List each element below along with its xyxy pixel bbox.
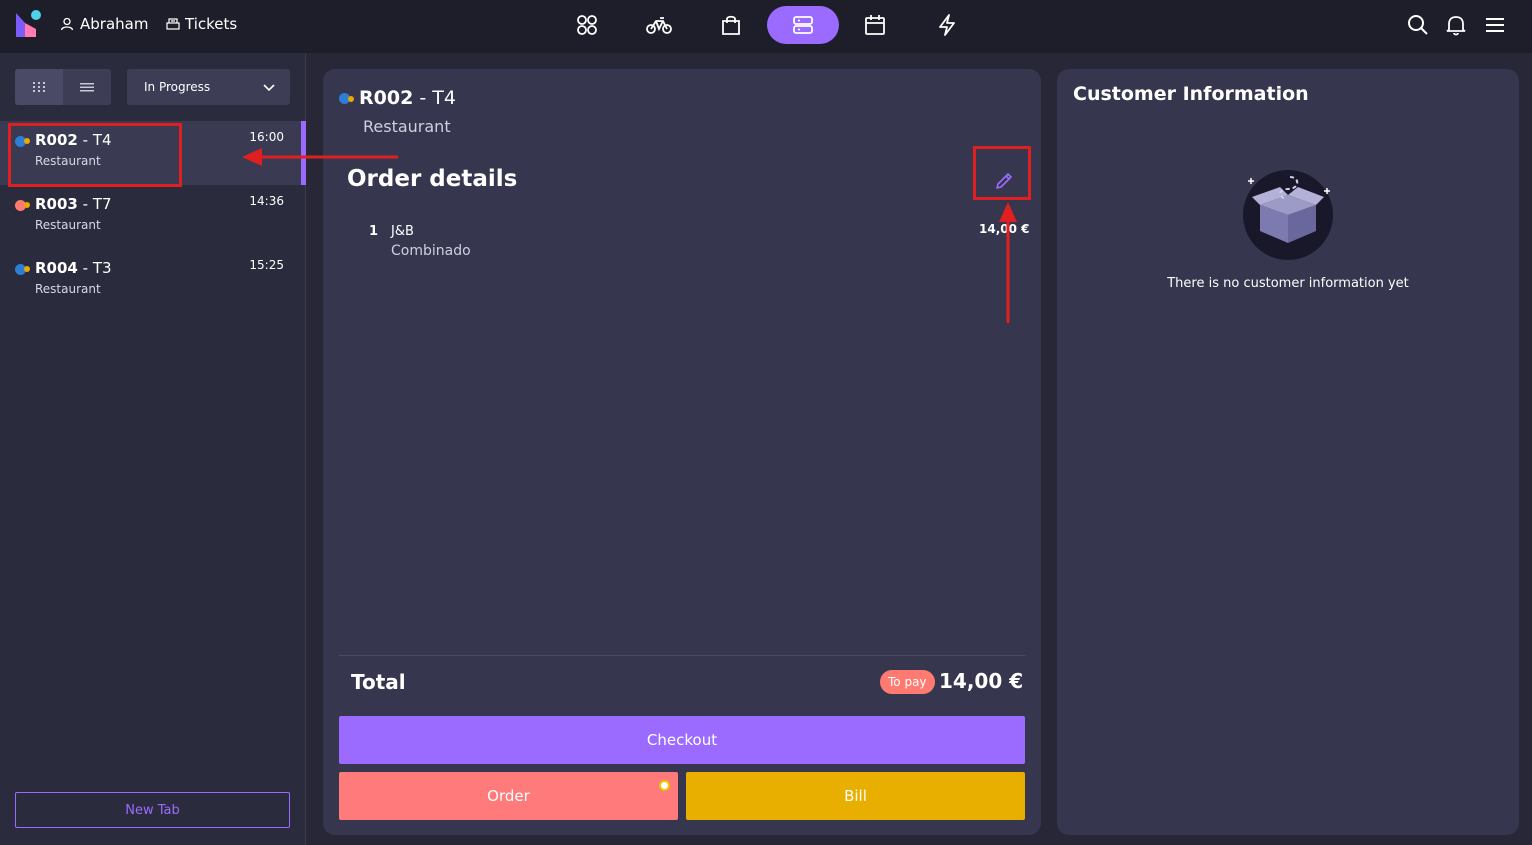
tab-title: R004 - T3	[35, 259, 112, 277]
nav-actions[interactable]	[911, 6, 983, 44]
to-pay-badge: To pay	[880, 670, 935, 694]
nav-tabs[interactable]	[767, 6, 839, 44]
nav-delivery[interactable]	[623, 6, 695, 44]
customer-panel: Customer Information There is no custome…	[1057, 69, 1519, 835]
order-venue: Restaurant	[363, 117, 451, 136]
grid-dots-icon	[33, 82, 45, 92]
grid-icon	[577, 15, 597, 35]
tab-separator: -	[77, 195, 93, 213]
bill-button[interactable]: Bill	[686, 772, 1025, 820]
top-bar: Abraham Tickets	[0, 0, 1532, 53]
calendar-icon	[865, 15, 885, 35]
nav-calendar[interactable]	[839, 6, 911, 44]
order-table: T4	[432, 87, 456, 109]
menu-icon[interactable]	[1484, 14, 1506, 36]
app-logo[interactable]	[14, 9, 44, 39]
order-button[interactable]: Order	[339, 772, 678, 820]
nav-shop[interactable]	[695, 6, 767, 44]
user-icon	[60, 17, 74, 31]
ticket-icon	[166, 18, 180, 30]
empty-box-illustration	[1243, 170, 1333, 260]
item-name: J&B	[391, 224, 414, 239]
tab-title: R003 - T7	[35, 195, 112, 213]
status-filter-value: In Progress	[144, 80, 211, 94]
tickets-link[interactable]: Tickets	[166, 15, 237, 33]
status-dot-secondary	[24, 202, 30, 208]
tab-table: T7	[92, 195, 112, 213]
annotation-highlight-tab	[8, 123, 182, 187]
tab-time: 14:36	[249, 194, 284, 208]
tab-item-r004[interactable]: R004 - T3 Restaurant 15:25	[0, 249, 306, 313]
checkout-button[interactable]: Checkout	[339, 716, 1025, 764]
bicycle-icon	[646, 17, 672, 34]
tab-time: 16:00	[249, 130, 284, 144]
tab-table: T3	[92, 259, 112, 277]
user-menu[interactable]: Abraham	[60, 15, 148, 33]
empty-customer-message: There is no customer information yet	[1167, 276, 1409, 291]
order-button-label: Order	[487, 787, 530, 805]
nav-grid[interactable]	[551, 6, 623, 44]
order-separator: -	[413, 87, 433, 109]
tab-time: 15:25	[249, 258, 284, 272]
order-indicator-dot	[659, 780, 670, 791]
tab-venue: Restaurant	[35, 218, 101, 232]
user-name: Abraham	[80, 15, 149, 33]
tickets-label: Tickets	[185, 15, 238, 33]
tab-venue: Restaurant	[35, 282, 101, 296]
total-label: Total	[351, 670, 406, 694]
view-toggle	[15, 69, 111, 105]
tab-code: R004	[35, 259, 78, 277]
total-divider	[339, 655, 1025, 656]
list-icon	[80, 83, 94, 92]
status-filter-select[interactable]: In Progress	[127, 69, 290, 105]
status-dot-secondary	[24, 266, 30, 272]
item-quantity: 1	[369, 224, 379, 239]
order-details-heading: Order details	[347, 166, 518, 192]
order-code: R002	[359, 87, 414, 109]
customer-info-heading: Customer Information	[1073, 83, 1309, 105]
bell-icon[interactable]	[1445, 14, 1467, 36]
list-view-button[interactable]	[63, 69, 111, 105]
tab-code: R003	[35, 195, 78, 213]
shopping-bag-icon	[722, 15, 740, 35]
grid-view-button[interactable]	[15, 69, 63, 105]
lightning-icon	[939, 14, 955, 36]
order-status-dot-secondary	[348, 96, 354, 102]
order-title: R002 - T4	[359, 87, 456, 109]
server-icon	[793, 16, 813, 34]
item-modifier: Combinado	[391, 243, 471, 259]
annotation-arrow-up	[999, 202, 1017, 323]
tab-item-r003[interactable]: R003 - T7 Restaurant 14:36	[0, 185, 306, 249]
new-tab-button[interactable]: New Tab	[15, 792, 290, 828]
annotation-arrow-left	[242, 148, 398, 166]
search-icon[interactable]	[1407, 14, 1429, 36]
total-amount: 14,00 €	[939, 669, 1024, 693]
tab-separator: -	[77, 259, 93, 277]
annotation-highlight-edit	[973, 146, 1031, 200]
order-panel: R002 - T4 Restaurant Order details 1 J&B…	[323, 69, 1041, 835]
chevron-down-icon	[263, 84, 275, 92]
